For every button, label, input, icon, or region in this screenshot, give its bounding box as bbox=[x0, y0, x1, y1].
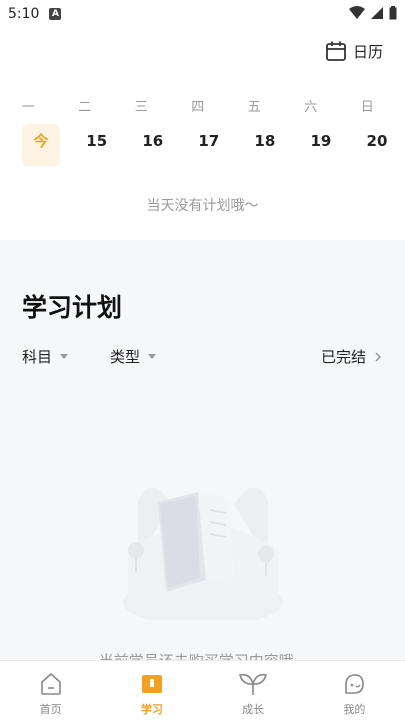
no-courses-message: 当前学员还未购买学习内容哦~ bbox=[0, 650, 405, 660]
weekday-label: 二 bbox=[78, 100, 92, 115]
sprout-icon bbox=[239, 673, 268, 695]
weekday-label: 日 bbox=[360, 100, 374, 115]
subject-filter[interactable]: 科目 bbox=[22, 346, 69, 367]
caret-down-icon bbox=[148, 354, 157, 359]
profile-icon bbox=[345, 674, 365, 694]
empty-state-illustration bbox=[123, 487, 283, 620]
nav-label-mine: 我的 bbox=[343, 703, 366, 716]
nav-item-mine[interactable]: 我的 bbox=[304, 661, 405, 720]
date-row: 今 15 16 17 18 19 20 bbox=[0, 124, 405, 166]
calendar-button[interactable]: 日历 bbox=[325, 40, 383, 62]
date-today[interactable]: 今 bbox=[22, 124, 60, 166]
nav-label-home: 首页 bbox=[39, 703, 62, 716]
type-filter-label: 类型 bbox=[110, 348, 141, 366]
weekday-label: 一 bbox=[21, 100, 35, 115]
notification-a-icon: A bbox=[49, 8, 62, 20]
nav-item-home[interactable]: 首页 bbox=[0, 661, 101, 720]
nav-item-growth[interactable]: 成长 bbox=[203, 661, 304, 720]
book-icon bbox=[141, 675, 162, 693]
section-title: 学习计划 bbox=[22, 293, 123, 322]
filter-bar: 科目 类型 已完结 bbox=[22, 346, 382, 366]
calendar-label: 日历 bbox=[352, 42, 383, 61]
chevron-right-icon bbox=[375, 351, 382, 362]
bottom-nav: 首页 学习 成长 我的 bbox=[0, 660, 405, 720]
weekday-label: 三 bbox=[134, 100, 148, 115]
nav-label-study: 学习 bbox=[140, 703, 163, 716]
date-cell[interactable]: 15 bbox=[69, 124, 125, 166]
weekday-label: 五 bbox=[247, 100, 261, 115]
weekday-label: 四 bbox=[191, 100, 205, 115]
date-cell[interactable]: 17 bbox=[181, 124, 237, 166]
status-bar: 5:10 A bbox=[0, 0, 405, 28]
weekday-row: 一 二 三 四 五 六 日 bbox=[0, 96, 405, 115]
signal-icon bbox=[371, 7, 383, 19]
caret-down-icon bbox=[60, 354, 69, 359]
finished-filter[interactable]: 已完结 bbox=[321, 346, 382, 367]
status-time: 5:10 bbox=[8, 6, 40, 22]
date-cell[interactable]: 19 bbox=[293, 124, 349, 166]
type-filter[interactable]: 类型 bbox=[110, 346, 157, 367]
wifi-icon bbox=[349, 6, 365, 19]
status-icons bbox=[349, 6, 397, 20]
nav-label-growth: 成长 bbox=[242, 703, 265, 716]
calendar-icon bbox=[326, 41, 346, 61]
no-plan-message: 当天没有计划哦～ bbox=[146, 198, 259, 214]
subject-filter-label: 科目 bbox=[22, 348, 53, 366]
date-cell[interactable]: 18 bbox=[237, 124, 293, 166]
battery-icon bbox=[389, 6, 397, 20]
study-plan-section: 学习计划 科目 类型 已完结 bbox=[0, 240, 405, 660]
date-cell[interactable]: 20 bbox=[349, 124, 405, 166]
weekday-label: 六 bbox=[304, 100, 318, 115]
nav-item-study[interactable]: 学习 bbox=[101, 661, 202, 720]
date-cell[interactable]: 16 bbox=[125, 124, 181, 166]
finished-filter-label: 已完结 bbox=[320, 348, 366, 366]
home-icon bbox=[40, 672, 61, 695]
book-graphic bbox=[158, 492, 234, 592]
